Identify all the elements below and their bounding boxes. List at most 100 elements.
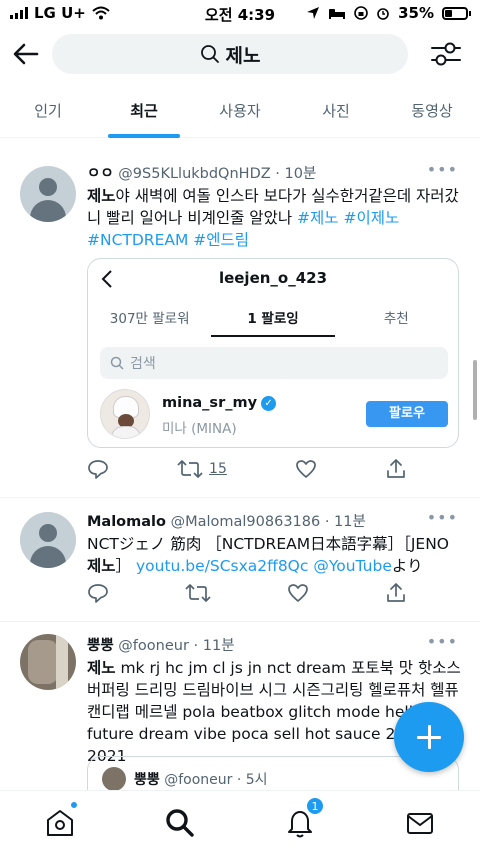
card-username: leejen_o_423 xyxy=(218,269,328,287)
quoted-avatar xyxy=(102,767,126,791)
card-follow-button: 팔로우 xyxy=(366,401,448,427)
search-icon xyxy=(200,45,219,63)
sleep-icon xyxy=(329,9,346,19)
retweet-button[interactable] xyxy=(185,582,211,604)
tweet-header: 뿡뿡 @fooneur · 11분 xyxy=(87,634,464,655)
retweet-button[interactable]: 15 xyxy=(177,458,227,480)
tweet-text: 제노야 새벽에 여돌 인스타 보다가 실수한거같은데 자러갔니 빨리 일어나 비… xyxy=(87,185,464,251)
avatar[interactable] xyxy=(20,634,76,690)
alarm-icon xyxy=(377,8,389,20)
display-name[interactable]: ㅇㅇ xyxy=(87,166,114,182)
share-icon xyxy=(387,583,405,602)
card-user-display: 미나 (MINA) xyxy=(162,421,237,437)
mail-icon xyxy=(407,813,433,834)
search-icon xyxy=(110,356,124,370)
quoted-handle: @fooneur xyxy=(164,772,233,788)
share-icon xyxy=(387,459,405,478)
card-search-bar: 검색 xyxy=(100,347,448,379)
card-user-row: mina_sr_my ✓ 미나 (MINA) 팔로우 xyxy=(100,389,448,441)
tweet-suffix: より xyxy=(391,557,423,575)
verified-icon: ✓ xyxy=(261,395,277,411)
reply-icon xyxy=(88,584,108,603)
battery-percent: 35% xyxy=(398,4,434,22)
orientation-lock-icon xyxy=(354,6,368,20)
compose-tweet-button[interactable] xyxy=(394,702,464,772)
tab-people[interactable]: 사용자 xyxy=(192,84,288,137)
card-user-handle: mina_sr_my xyxy=(162,395,258,411)
status-right: 35% xyxy=(306,4,471,22)
card-user-avatar xyxy=(100,389,150,439)
tweet-content: ㅇㅇ @9S5KLlukbdQnHDZ · 10분 제노야 새벽에 여돌 인스타… xyxy=(87,162,464,251)
search-input[interactable]: 제노 xyxy=(52,34,408,74)
tweet-2[interactable]: ••• Malomalo @Malomal90863186 · 11분 NCTジ… xyxy=(0,498,480,622)
retweet-icon xyxy=(177,460,203,478)
new-content-dot xyxy=(70,801,78,809)
like-button[interactable] xyxy=(287,582,309,604)
search-tabs: 인기 최근 사용자 사진 동영상 xyxy=(0,84,480,138)
search-query: 제노 xyxy=(225,44,261,67)
nav-notifications[interactable]: 1 xyxy=(284,797,324,839)
card-header: leejen_o_423 xyxy=(88,259,458,299)
like-button[interactable] xyxy=(295,458,317,480)
heart-icon xyxy=(296,460,316,478)
retweet-count: 15 xyxy=(209,461,227,477)
tab-photos[interactable]: 사진 xyxy=(288,84,384,137)
highlight-term: 제노 xyxy=(87,557,116,575)
search-icon xyxy=(166,809,194,837)
bottom-nav: 1 xyxy=(0,790,480,854)
notification-badge: 1 xyxy=(306,797,324,815)
quoted-timestamp: · 5시 xyxy=(236,772,268,788)
tweet-body: 야 새벽에 여돌 인스타 보다가 실수한거같은데 자러갔니 빨리 일어나 비계인… xyxy=(87,187,459,227)
card-tab-suggested: 추천 xyxy=(383,311,409,327)
battery-icon xyxy=(442,6,471,20)
url-link[interactable]: youtu.be/SCsxa2ff8Qc xyxy=(136,557,308,575)
mention-link[interactable]: @YouTube xyxy=(313,557,392,575)
embedded-image-card[interactable]: leejen_o_423 307만 팔로워 1 팔로잉 추천 검색 mina_s… xyxy=(87,258,459,448)
card-tab-following: 1 팔로잉 xyxy=(211,307,335,337)
card-user-name: mina_sr_my ✓ xyxy=(162,395,277,411)
handle[interactable]: @fooneur xyxy=(118,638,189,654)
status-bar: LG U+ 오전 4:39 35% xyxy=(0,0,480,28)
tab-latest[interactable]: 최근 xyxy=(96,84,192,138)
tab-top[interactable]: 인기 xyxy=(0,84,96,137)
tab-videos[interactable]: 동영상 xyxy=(384,84,480,137)
nav-search[interactable] xyxy=(164,807,196,839)
reply-button[interactable] xyxy=(87,458,109,480)
home-icon xyxy=(47,810,73,836)
quoted-header: 뿡뿡 @fooneur · 5시 xyxy=(134,769,268,789)
quoted-display-name: 뿡뿡 xyxy=(134,772,160,788)
reply-icon xyxy=(88,460,108,479)
retweet-icon xyxy=(185,584,211,602)
timestamp: · 10분 xyxy=(275,166,317,182)
share-button[interactable] xyxy=(385,458,407,480)
search-header: 제노 xyxy=(0,28,480,82)
nav-home[interactable] xyxy=(44,801,78,839)
share-button[interactable] xyxy=(385,582,407,604)
search-filter-icon[interactable] xyxy=(430,40,462,68)
tweet-header: Malomalo @Malomal90863186 · 11분 xyxy=(87,510,464,531)
avatar[interactable] xyxy=(20,512,76,568)
card-search-placeholder: 검색 xyxy=(130,356,156,372)
display-name[interactable]: 뿡뿡 xyxy=(87,638,114,654)
tweet-text: NCTジェノ 筋肉 ［NCTDREAM日本語字幕］［JENO 제노］ youtu… xyxy=(87,533,464,577)
timestamp: · 11분 xyxy=(193,638,235,654)
reply-button[interactable] xyxy=(87,582,109,604)
handle[interactable]: @9S5KLlukbdQnHDZ xyxy=(118,166,270,182)
back-arrow-icon[interactable] xyxy=(10,38,42,70)
display-name[interactable]: Malomalo xyxy=(87,514,166,530)
location-icon xyxy=(307,7,320,19)
heart-icon xyxy=(288,584,308,602)
tweet-body-rest: ］ xyxy=(115,557,136,575)
tweet-1-actions: 15 xyxy=(87,458,407,480)
card-tab-followers: 307만 팔로워 xyxy=(109,311,190,327)
card-tabs: 307만 팔로워 1 팔로잉 추천 xyxy=(88,307,458,337)
tweet-2-actions xyxy=(87,582,407,604)
handle[interactable]: @Malomal90863186 xyxy=(171,514,321,530)
highlight-term: 제노 xyxy=(87,187,116,205)
scrollbar[interactable] xyxy=(473,360,477,420)
highlight-term: 제노 xyxy=(87,659,116,677)
tweet-header: ㅇㅇ @9S5KLlukbdQnHDZ · 10분 xyxy=(87,162,464,183)
avatar[interactable] xyxy=(20,166,76,222)
tweet-body: NCTジェノ 筋肉 ［NCTDREAM日本語字幕］［JENO xyxy=(87,535,450,553)
nav-messages[interactable] xyxy=(404,807,436,839)
